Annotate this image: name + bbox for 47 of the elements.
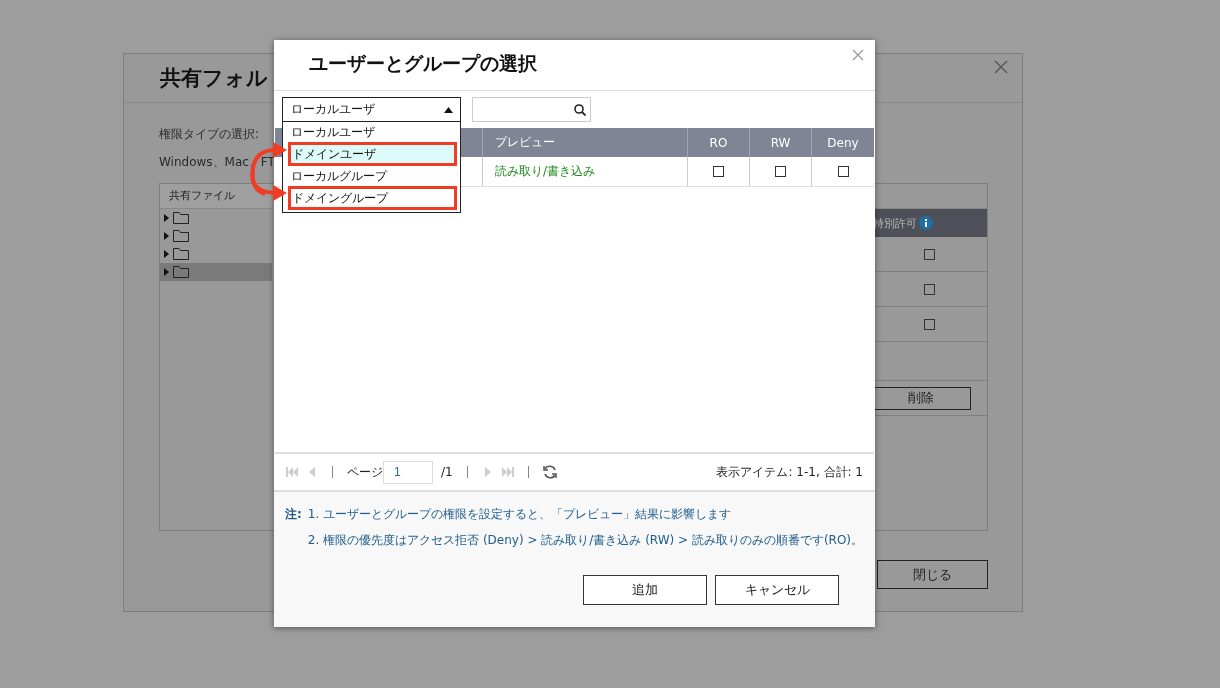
checkbox[interactable] [923, 318, 935, 330]
dropdown-option[interactable]: ローカルグループ [283, 166, 460, 186]
column-header: プレビュー [483, 128, 688, 157]
note-text: 2. 権限の優先度はアクセス拒否 (Deny) > 読み取り/書き込み (RW) > 読み取りのみの順番です(RO)。 [307, 532, 864, 549]
search-field[interactable] [472, 97, 591, 122]
checkbox[interactable] [775, 166, 786, 177]
tree-item[interactable] [160, 263, 272, 281]
folder-icon [173, 266, 189, 278]
caret-icon [444, 106, 453, 113]
cancel-button[interactable]: キャンセル [715, 575, 839, 605]
folder-icon [173, 212, 189, 224]
expand-arrow-icon[interactable] [164, 232, 169, 240]
field-label: 権限タイプの選択: [159, 126, 260, 143]
description-text: Windows、Mac、FT [159, 154, 275, 171]
table-cell: 読み取り/書き込み [483, 157, 688, 186]
dropdown-option[interactable]: ドメイングループ [288, 186, 457, 210]
expand-arrow-icon[interactable] [164, 214, 169, 222]
column-header: 共有ファイル [160, 184, 272, 209]
checkbox[interactable] [923, 248, 935, 260]
checkbox[interactable] [713, 166, 724, 177]
expand-arrow-icon[interactable] [164, 268, 169, 276]
checkbox[interactable] [837, 166, 849, 177]
close-button[interactable]: 閉じる [877, 560, 988, 589]
column-header: Deny [826, 134, 860, 152]
dialog-title: ユーザーとグループの選択 [309, 51, 537, 76]
note-text: 1. ユーザーとグループの権限を設定すると、「プレビュー」結果に影響します [307, 506, 733, 523]
column-header: RO [688, 128, 750, 157]
account-type-dropdown[interactable]: ローカルユーザ [282, 97, 461, 122]
refresh-icon[interactable] [542, 465, 557, 479]
page-total: /1 [441, 465, 453, 479]
item-count: 表示アイテム: 1-1, 合計: 1 [716, 463, 863, 481]
close-icon[interactable] [852, 49, 864, 61]
folder-icon [173, 230, 189, 242]
note-label: 注: [285, 506, 302, 523]
dropdown-option[interactable]: ドメインユーザ [288, 142, 457, 166]
page-input[interactable]: 1 [383, 460, 433, 484]
dropdown-option[interactable]: ローカルユーザ [283, 122, 460, 142]
checkbox[interactable] [923, 283, 935, 295]
dialog-title: 共有フォル [160, 65, 268, 92]
close-icon[interactable] [994, 60, 1008, 74]
expand-arrow-icon[interactable] [164, 250, 169, 258]
column-header: RW [750, 128, 812, 157]
folder-icon [173, 248, 189, 260]
search-icon[interactable] [574, 103, 586, 116]
info-icon[interactable] [919, 216, 933, 230]
page-label: ページ [347, 463, 383, 481]
add-button[interactable]: 追加 [583, 575, 707, 605]
